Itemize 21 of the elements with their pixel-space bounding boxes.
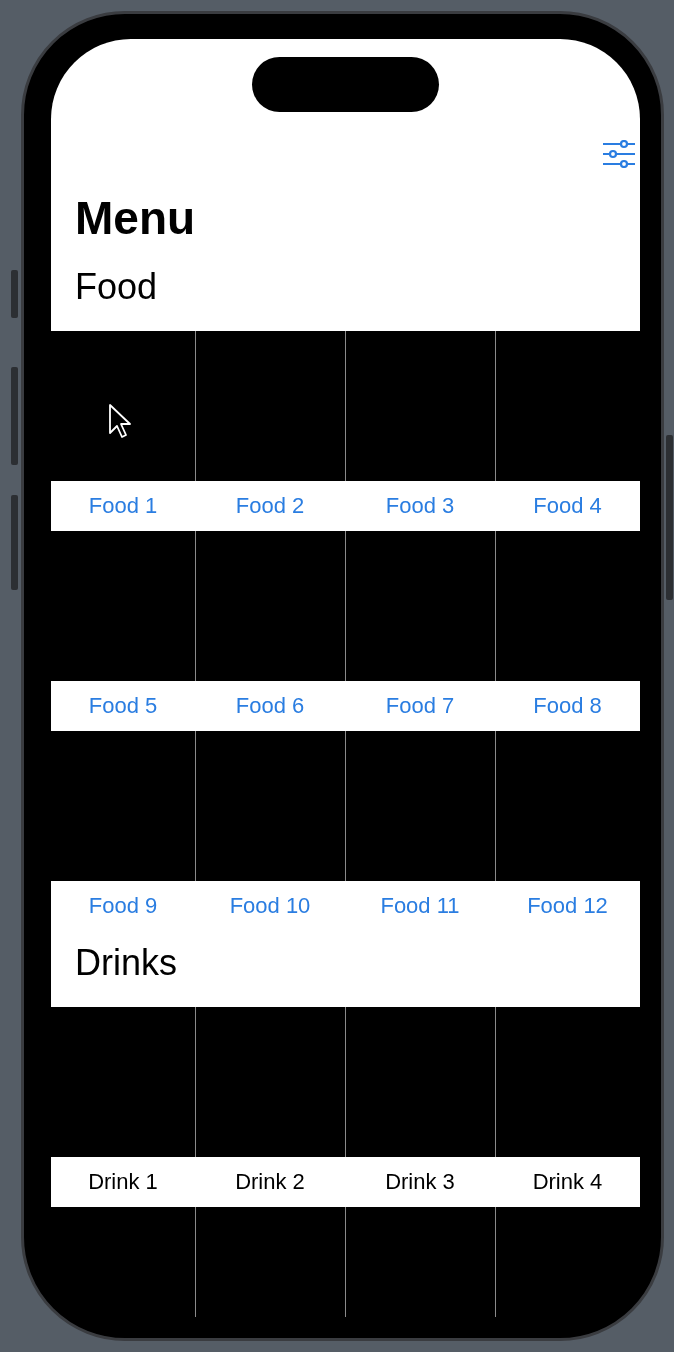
item-label[interactable]: Food 6: [235, 693, 305, 719]
item-label[interactable]: Food 3: [385, 493, 455, 519]
section-heading: Food: [75, 266, 158, 307]
item-label[interactable]: Drink 1: [88, 1169, 158, 1195]
item-label[interactable]: Drink 4: [532, 1169, 603, 1195]
item-label[interactable]: Food 1: [88, 493, 158, 519]
item-label[interactable]: Food 8: [533, 693, 602, 719]
mouse-pointer-icon: [108, 403, 132, 439]
page-title: Menu: [75, 192, 197, 244]
item-label[interactable]: Food 2: [235, 493, 305, 519]
item-label[interactable]: Food 12: [527, 893, 608, 919]
item-label[interactable]: Food 10: [229, 893, 311, 919]
item-label[interactable]: Food 11: [380, 893, 460, 919]
item-label[interactable]: Drink 2: [235, 1169, 305, 1195]
item-label[interactable]: Food 5: [88, 693, 158, 719]
item-label[interactable]: Drink 3: [385, 1169, 455, 1195]
item-label[interactable]: Food 4: [533, 493, 602, 519]
item-label[interactable]: Food 7: [385, 693, 455, 719]
section-heading: Drinks: [75, 942, 177, 983]
filter-icon[interactable]: [602, 140, 636, 168]
item-label[interactable]: Food 9: [88, 893, 158, 919]
